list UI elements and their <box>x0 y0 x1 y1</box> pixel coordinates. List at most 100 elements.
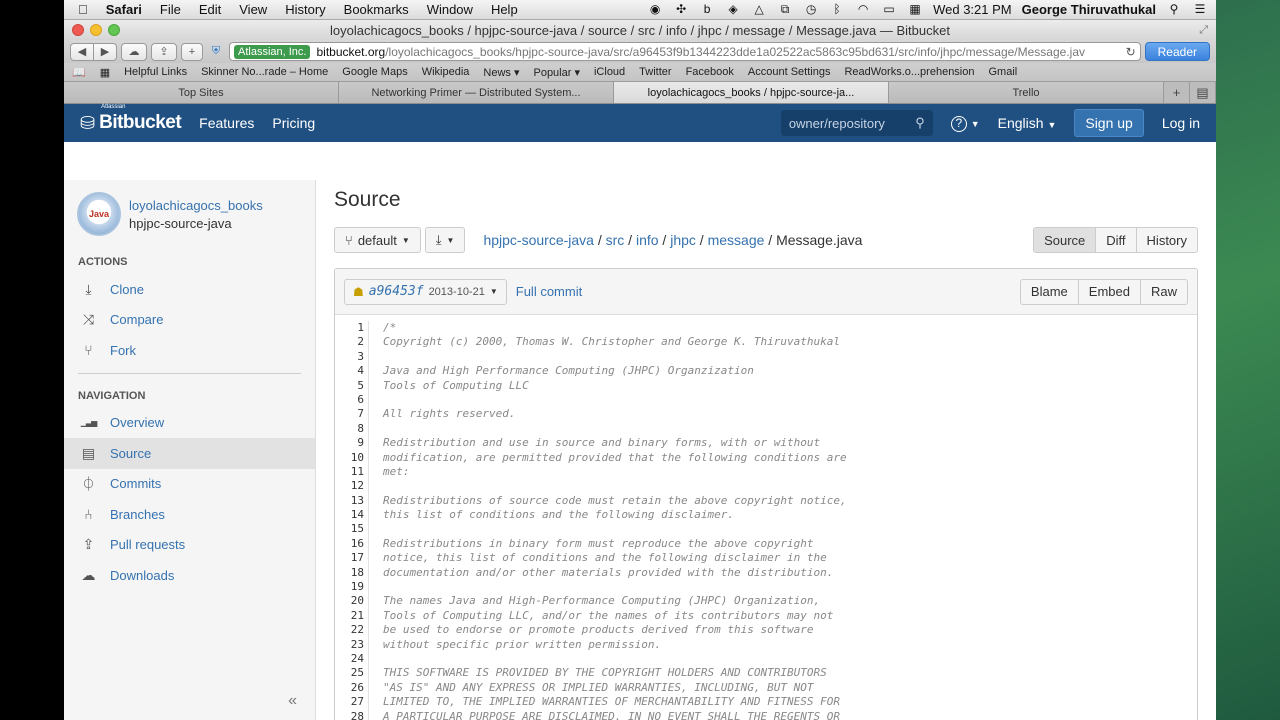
line-number[interactable]: 9 <box>335 436 364 450</box>
collapse-sidebar-icon[interactable]: « <box>288 692 297 710</box>
sidebar-item-fork[interactable]: ⑂ Fork <box>64 335 315 366</box>
menu-bookmarks[interactable]: Bookmarks <box>344 2 409 17</box>
help-menu[interactable]: ? ▼ <box>950 114 980 132</box>
source-view-button[interactable]: Source <box>1033 227 1097 253</box>
repo-owner-link[interactable]: loyolachicagocs_books <box>129 198 263 213</box>
clock[interactable]: Wed 3:21 PM <box>933 2 1012 17</box>
sidebar-item-branches[interactable]: ⑃ Branches <box>64 499 315 530</box>
share-icon[interactable]: ⇪ <box>151 42 177 61</box>
line-number[interactable]: 6 <box>335 393 364 407</box>
app-menu[interactable]: Safari <box>106 2 142 17</box>
close-window-icon[interactable] <box>72 24 84 36</box>
ev-certificate-badge[interactable]: Atlassian, Inc. <box>234 44 311 59</box>
zoom-window-icon[interactable] <box>108 24 120 36</box>
avatar[interactable]: Java <box>77 192 121 236</box>
address-bar[interactable]: Atlassian, Inc. bitbucket.org /loyolachi… <box>229 42 1141 61</box>
bookmark-item[interactable]: Wikipedia <box>422 66 470 78</box>
reload-icon[interactable]: ↻ <box>1122 45 1136 59</box>
bookmark-item[interactable]: Account Settings <box>748 66 831 78</box>
line-number[interactable]: 26 <box>335 681 364 695</box>
download-menu[interactable]: ⤓ ▼ <box>424 227 466 253</box>
embed-button[interactable]: Embed <box>1077 278 1141 305</box>
bitbucket-logo[interactable]: ⛁ Atlassian Bitbucket <box>80 104 182 134</box>
line-number[interactable]: 11 <box>335 465 364 479</box>
signup-button[interactable]: Sign up <box>1074 109 1144 137</box>
repo-search-input[interactable]: owner/repository ⚲ <box>780 110 933 136</box>
features-link[interactable]: Features <box>199 115 254 131</box>
bookmark-item[interactable]: iCloud <box>594 66 625 78</box>
pricing-link[interactable]: Pricing <box>272 115 315 131</box>
line-number[interactable]: 19 <box>335 580 364 594</box>
record-icon[interactable]: ◉ <box>647 3 663 16</box>
bookmark-item[interactable]: Popular ▾ <box>533 66 580 79</box>
wifi-icon[interactable]: ◠ <box>855 3 871 16</box>
sidebar-item-source[interactable]: ▤ Source <box>64 438 315 469</box>
branch-selector[interactable]: ⑂ default ▼ <box>334 227 421 253</box>
bookmark-item[interactable]: Google Maps <box>342 66 407 78</box>
line-number[interactable]: 13 <box>335 494 364 508</box>
sidebar-item-overview[interactable]: ▁▃▅ Overview <box>64 408 315 439</box>
menu-view[interactable]: View <box>239 2 267 17</box>
bookmark-item[interactable]: News ▾ <box>483 66 519 79</box>
tab-top-sites[interactable]: Top Sites <box>64 82 339 103</box>
reading-list-icon[interactable]: 📖 <box>72 66 86 79</box>
history-view-button[interactable]: History <box>1135 227 1198 253</box>
diff-view-button[interactable]: Diff <box>1095 227 1137 253</box>
back-icon[interactable]: ◀ <box>70 42 94 61</box>
line-number[interactable]: 1 <box>335 321 364 335</box>
menu-file[interactable]: File <box>160 2 181 17</box>
new-tab-icon[interactable]: + <box>181 42 203 61</box>
bookmark-item[interactable]: ReadWorks.o...prehension <box>844 66 974 78</box>
line-number[interactable]: 23 <box>335 638 364 652</box>
line-number[interactable]: 20 <box>335 594 364 608</box>
spotlight-icon[interactable]: ⚲ <box>1166 3 1182 16</box>
breadcrumb-message[interactable]: message <box>708 232 765 248</box>
line-number[interactable]: 27 <box>335 695 364 709</box>
line-number[interactable]: 12 <box>335 479 364 493</box>
line-number[interactable]: 8 <box>335 422 364 436</box>
line-number[interactable]: 10 <box>335 451 364 465</box>
sidebar-item-clone[interactable]: ⤓ Clone <box>64 274 315 305</box>
line-number[interactable]: 18 <box>335 566 364 580</box>
user-name[interactable]: George Thiruvathukal <box>1022 2 1156 17</box>
line-number[interactable]: 22 <box>335 623 364 637</box>
sync-icon[interactable]: ✣ <box>673 3 689 16</box>
bookmark-item[interactable]: Skinner No...rade – Home <box>201 66 328 78</box>
commit-selector[interactable]: ☗ a96453f 2013-10-21 ▼ <box>344 278 507 305</box>
drive-icon[interactable]: △ <box>751 3 767 16</box>
line-number[interactable]: 5 <box>335 379 364 393</box>
copy-icon[interactable]: ⧉ <box>777 3 793 16</box>
raw-button[interactable]: Raw <box>1139 278 1188 305</box>
sidebar-item-compare[interactable]: ⤨ Compare <box>64 305 315 336</box>
icloud-tabs-icon[interactable]: ☁ <box>121 42 147 61</box>
breadcrumb-info[interactable]: info <box>636 232 659 248</box>
sidebar-item-downloads[interactable]: ☁ Downloads <box>64 560 315 591</box>
line-number[interactable]: 17 <box>335 551 364 565</box>
tab-overview-icon[interactable]: ▤ <box>1190 82 1216 103</box>
battery-icon[interactable]: ▭ <box>881 3 897 16</box>
line-number[interactable]: 15 <box>335 522 364 536</box>
tab-trello[interactable]: Trello <box>889 82 1164 103</box>
forward-icon[interactable]: ▶ <box>93 42 117 61</box>
line-number[interactable]: 16 <box>335 537 364 551</box>
top-sites-grid-icon[interactable]: ▦ <box>100 66 110 79</box>
bookmark-item[interactable]: Twitter <box>639 66 671 78</box>
line-number[interactable]: 24 <box>335 652 364 666</box>
line-number[interactable]: 28 <box>335 710 364 720</box>
sidebar-item-commits[interactable]: ⏀ Commits <box>64 469 315 500</box>
menu-help[interactable]: Help <box>491 2 518 17</box>
breadcrumb-src[interactable]: src <box>606 232 625 248</box>
line-number[interactable]: 4 <box>335 364 364 378</box>
menu-window[interactable]: Window <box>427 2 473 17</box>
blame-button[interactable]: Blame <box>1019 278 1079 305</box>
bluetooth-icon[interactable]: ᛒ <box>829 3 845 16</box>
flag-icon[interactable]: ▦ <box>907 3 923 16</box>
dropbox-icon[interactable]: ◈ <box>725 3 741 16</box>
minimize-window-icon[interactable] <box>90 24 102 36</box>
line-number[interactable]: 2 <box>335 335 364 349</box>
bookmark-item[interactable]: Helpful Links <box>124 66 187 78</box>
full-commit-link[interactable]: Full commit <box>516 284 582 299</box>
language-menu[interactable]: English ▼ <box>998 115 1057 131</box>
time-machine-icon[interactable]: ◷ <box>803 3 819 16</box>
bluetooth-b-icon[interactable]: b <box>699 3 715 16</box>
